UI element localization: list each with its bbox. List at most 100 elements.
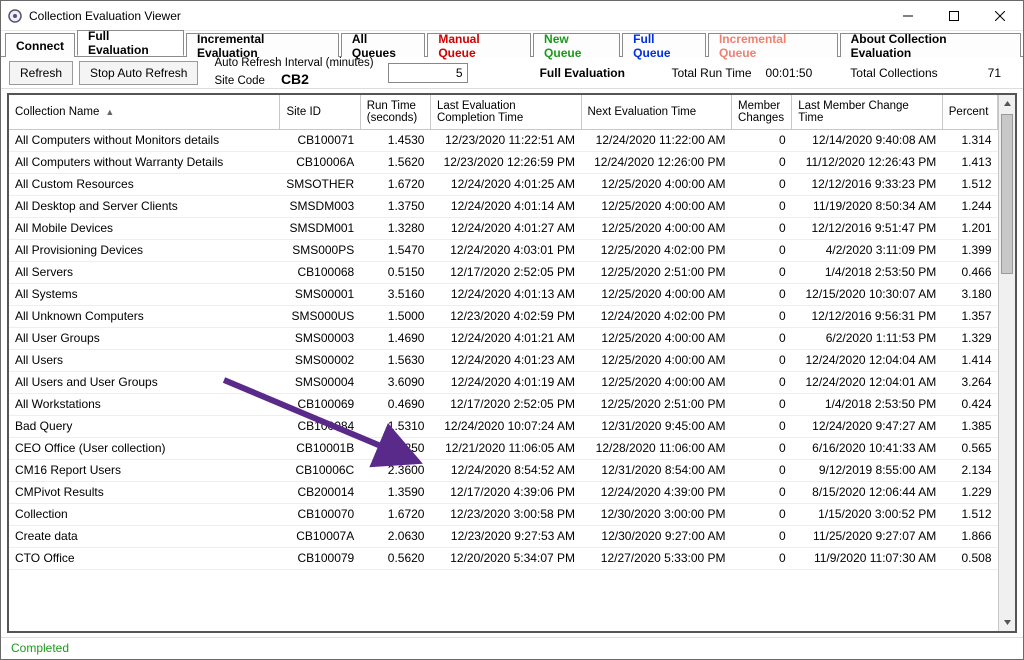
- cell-percent: 1.357: [942, 305, 997, 327]
- cell-name: All Users: [9, 349, 280, 371]
- close-button[interactable]: [977, 1, 1023, 31]
- cell-last-eval: 12/24/2020 10:07:24 AM: [430, 415, 581, 437]
- cell-runtime: 3.6090: [360, 371, 430, 393]
- table-row[interactable]: All Users and User GroupsSMS000043.60901…: [9, 371, 998, 393]
- tab-full-evaluation[interactable]: Full Evaluation: [77, 30, 184, 56]
- table-row[interactable]: CEO Office (User collection)CB10001B0.62…: [9, 437, 998, 459]
- col-member-changes[interactable]: Member Changes: [732, 95, 792, 129]
- maximize-button[interactable]: [931, 1, 977, 31]
- table-row[interactable]: CMPivot ResultsCB2000141.359012/17/2020 …: [9, 481, 998, 503]
- minimize-button[interactable]: [885, 1, 931, 31]
- cell-last-member-change: 12/24/2020 12:04:01 AM: [792, 371, 943, 393]
- cell-name: All Unknown Computers: [9, 305, 280, 327]
- tab-connect[interactable]: Connect: [5, 33, 75, 57]
- scroll-up-icon[interactable]: [999, 95, 1015, 112]
- cell-last-eval: 12/23/2020 9:27:53 AM: [430, 525, 581, 547]
- cell-last-eval: 12/23/2020 4:02:59 PM: [430, 305, 581, 327]
- stop-auto-refresh-button[interactable]: Stop Auto Refresh: [79, 61, 198, 85]
- col-next-eval[interactable]: Next Evaluation Time: [581, 95, 732, 129]
- cell-site: CB10006A: [280, 151, 360, 173]
- table-row[interactable]: All Provisioning DevicesSMS000PS1.547012…: [9, 239, 998, 261]
- cell-runtime: 1.4690: [360, 327, 430, 349]
- cell-percent: 1.244: [942, 195, 997, 217]
- tab-all-queues[interactable]: All Queues: [341, 33, 425, 57]
- cell-runtime: 1.5310: [360, 415, 430, 437]
- col-percent[interactable]: Percent: [942, 95, 997, 129]
- total-collections-value: 71: [988, 66, 1001, 80]
- table-row[interactable]: All Computers without Warranty DetailsCB…: [9, 151, 998, 173]
- table-row[interactable]: All ServersCB1000680.515012/17/2020 2:52…: [9, 261, 998, 283]
- cell-member-changes: 0: [732, 437, 792, 459]
- table-row[interactable]: All Unknown ComputersSMS000US1.500012/23…: [9, 305, 998, 327]
- cell-last-member-change: 9/12/2019 8:55:00 AM: [792, 459, 943, 481]
- toolbar: Refresh Stop Auto Refresh Auto Refresh I…: [1, 57, 1023, 89]
- cell-runtime: 1.5000: [360, 305, 430, 327]
- cell-last-eval: 12/24/2020 4:03:01 PM: [430, 239, 581, 261]
- cell-runtime: 1.6720: [360, 173, 430, 195]
- cell-next-eval: 12/24/2020 12:26:00 PM: [581, 151, 732, 173]
- refresh-button[interactable]: Refresh: [9, 61, 73, 85]
- tab-manual-queue[interactable]: Manual Queue: [427, 33, 531, 57]
- cell-percent: 1.314: [942, 129, 997, 151]
- col-last-member-change[interactable]: Last Member Change Time: [792, 95, 943, 129]
- table-row[interactable]: CM16 Report UsersCB10006C2.360012/24/202…: [9, 459, 998, 481]
- col-site-id[interactable]: Site ID: [280, 95, 360, 129]
- total-collections-label: Total Collections: [850, 66, 937, 80]
- table-row[interactable]: All Custom ResourcesSMSOTHER1.672012/24/…: [9, 173, 998, 195]
- table-row[interactable]: All WorkstationsCB1000690.469012/17/2020…: [9, 393, 998, 415]
- scrollbar-thumb[interactable]: [1001, 114, 1013, 274]
- col-last-eval[interactable]: Last Evaluation Completion Time: [430, 95, 581, 129]
- auto-refresh-interval-input[interactable]: [388, 63, 468, 83]
- cell-site: CB100071: [280, 129, 360, 151]
- cell-last-eval: 12/21/2020 11:06:05 AM: [430, 437, 581, 459]
- tab-new-queue[interactable]: New Queue: [533, 33, 620, 57]
- cell-name: All Mobile Devices: [9, 217, 280, 239]
- table-row[interactable]: CollectionCB1000701.672012/23/2020 3:00:…: [9, 503, 998, 525]
- table-row[interactable]: All Mobile DevicesSMSDM0011.328012/24/20…: [9, 217, 998, 239]
- vertical-scrollbar[interactable]: [998, 95, 1015, 631]
- cell-last-member-change: 12/15/2020 10:30:07 AM: [792, 283, 943, 305]
- cell-percent: 0.424: [942, 393, 997, 415]
- titlebar: Collection Evaluation Viewer: [1, 1, 1023, 31]
- cell-last-member-change: 1/4/2018 2:53:50 PM: [792, 261, 943, 283]
- cell-name: Collection: [9, 503, 280, 525]
- col-collection-name[interactable]: Collection Name▲: [9, 95, 280, 129]
- cell-next-eval: 12/25/2020 4:00:00 AM: [581, 195, 732, 217]
- cell-name: CMPivot Results: [9, 481, 280, 503]
- cell-name: All Workstations: [9, 393, 280, 415]
- cell-member-changes: 0: [732, 503, 792, 525]
- cell-next-eval: 12/31/2020 9:45:00 AM: [581, 415, 732, 437]
- tab-full-queue[interactable]: Full Queue: [622, 33, 706, 57]
- cell-next-eval: 12/25/2020 4:00:00 AM: [581, 349, 732, 371]
- table-row[interactable]: CTO OfficeCB1000790.562012/20/2020 5:34:…: [9, 547, 998, 569]
- table-row[interactable]: All Desktop and Server ClientsSMSDM0031.…: [9, 195, 998, 217]
- scroll-down-icon[interactable]: [999, 614, 1015, 631]
- table-row[interactable]: All User GroupsSMS000031.469012/24/2020 …: [9, 327, 998, 349]
- cell-last-eval: 12/24/2020 4:01:23 AM: [430, 349, 581, 371]
- cell-site: CB100069: [280, 393, 360, 415]
- cell-member-changes: 0: [732, 305, 792, 327]
- cell-member-changes: 0: [732, 327, 792, 349]
- cell-runtime: 3.5160: [360, 283, 430, 305]
- cell-site: SMS00002: [280, 349, 360, 371]
- table-row[interactable]: Create dataCB10007A2.063012/23/2020 9:27…: [9, 525, 998, 547]
- tab-incremental-queue[interactable]: Incremental Queue: [708, 33, 838, 57]
- cell-percent: 1.512: [942, 173, 997, 195]
- site-code-label: Site Code CB2: [214, 71, 373, 88]
- tab-about[interactable]: About Collection Evaluation: [840, 33, 1021, 57]
- col-run-time[interactable]: Run Time (seconds): [360, 95, 430, 129]
- table-row[interactable]: All UsersSMS000021.563012/24/2020 4:01:2…: [9, 349, 998, 371]
- tab-incremental-evaluation[interactable]: Incremental Evaluation: [186, 33, 339, 57]
- cell-member-changes: 0: [732, 459, 792, 481]
- table-row[interactable]: Bad QueryCB1000841.531012/24/2020 10:07:…: [9, 415, 998, 437]
- cell-member-changes: 0: [732, 217, 792, 239]
- tabstrip: Connect Full Evaluation Incremental Eval…: [1, 31, 1023, 57]
- table-row[interactable]: All Computers without Monitors detailsCB…: [9, 129, 998, 151]
- cell-percent: 1.512: [942, 503, 997, 525]
- cell-runtime: 1.3590: [360, 481, 430, 503]
- cell-last-member-change: 12/14/2020 9:40:08 AM: [792, 129, 943, 151]
- cell-next-eval: 12/25/2020 4:02:00 PM: [581, 239, 732, 261]
- cell-site: CB100079: [280, 547, 360, 569]
- table-row[interactable]: All SystemsSMS000013.516012/24/2020 4:01…: [9, 283, 998, 305]
- cell-next-eval: 12/24/2020 4:02:00 PM: [581, 305, 732, 327]
